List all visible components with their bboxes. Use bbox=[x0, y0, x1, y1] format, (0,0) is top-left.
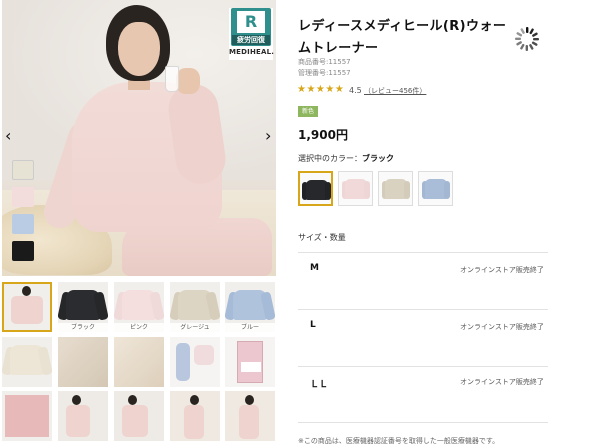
size-l-label: L bbox=[310, 320, 316, 330]
thumb-catalog[interactable] bbox=[225, 337, 275, 387]
swatch-sleeve bbox=[325, 182, 331, 200]
swatch-sleeve bbox=[404, 181, 410, 199]
thumb-fabric-closeup[interactable] bbox=[58, 337, 108, 387]
size-m-label: M bbox=[310, 263, 319, 273]
swatch-sleeve bbox=[444, 181, 450, 199]
thumb-caption: グレージュ bbox=[170, 323, 220, 332]
thumb-person-head bbox=[72, 395, 81, 405]
thumb-greige[interactable]: グレージュ bbox=[170, 282, 220, 332]
badge-r-mark: R bbox=[237, 11, 265, 33]
thumb-greige-flat[interactable] bbox=[2, 337, 52, 387]
color-chip-pink bbox=[12, 187, 34, 207]
thumb-person-head bbox=[128, 395, 137, 405]
carousel-next-arrow-icon[interactable]: › bbox=[265, 126, 271, 145]
thumb-model-2[interactable] bbox=[114, 391, 164, 441]
thumb-person-head bbox=[22, 286, 31, 296]
divider bbox=[298, 422, 548, 423]
price: 1,900円 bbox=[298, 128, 348, 142]
mediheal-logo-badge: R 疲労回復 MEDIHEAL. bbox=[229, 8, 275, 60]
selected-color-value: ブラック bbox=[362, 154, 394, 163]
rating-stars-icon: ★★★★★ bbox=[297, 84, 345, 95]
thumb-person-body bbox=[184, 405, 204, 439]
carousel-prev-arrow-icon[interactable]: ‹ bbox=[5, 126, 11, 145]
color-chip-blue bbox=[12, 214, 34, 234]
thumb-caption: ブルー bbox=[225, 323, 275, 332]
catalog-label bbox=[241, 362, 261, 372]
selected-color-label: 選択中のカラー：ブラック bbox=[298, 153, 394, 164]
color-chip-black bbox=[12, 241, 34, 261]
product-title: レディースメディヒール(R)ウォームトレーナー bbox=[298, 19, 507, 56]
model-hand bbox=[176, 68, 200, 94]
thumb-model-pink[interactable] bbox=[2, 282, 52, 332]
thumb-caption: ブラック bbox=[58, 323, 108, 332]
selected-color-prefix: 選択中のカラー： bbox=[298, 154, 362, 163]
thumb-person-body bbox=[11, 296, 43, 324]
color-swatch-blue[interactable] bbox=[418, 171, 453, 206]
thumb-model-1[interactable] bbox=[58, 391, 108, 441]
thumb-model-3[interactable] bbox=[170, 391, 220, 441]
model-face bbox=[118, 22, 160, 76]
review-count-link[interactable]: （レビュー456件） bbox=[364, 86, 426, 96]
info-card bbox=[5, 395, 49, 437]
badge-brand: MEDIHEAL. bbox=[229, 48, 275, 56]
size-quantity-heading: サイズ・数量 bbox=[298, 233, 346, 242]
thumb-caption: ピンク bbox=[114, 323, 164, 332]
divider bbox=[298, 366, 548, 367]
new-color-badge: 新色 bbox=[298, 106, 318, 117]
thumb-cuff-closeup[interactable] bbox=[114, 337, 164, 387]
size-ll-label: ＬＬ bbox=[310, 380, 329, 390]
thumb-blue[interactable]: ブルー bbox=[225, 282, 275, 332]
footer-note: ※この商品は、医療機器認証番号を取得した一般医療機器です。 bbox=[298, 437, 500, 445]
divider bbox=[298, 252, 548, 253]
thumb-pink[interactable]: ピンク bbox=[114, 282, 164, 332]
main-product-image[interactable]: R 疲労回復 MEDIHEAL. bbox=[2, 0, 276, 276]
color-chip-greige bbox=[12, 160, 34, 180]
thumb-set-pajama[interactable] bbox=[170, 337, 220, 387]
catalog-book bbox=[237, 341, 263, 383]
color-swatch-greige[interactable] bbox=[378, 171, 413, 206]
thumb-person-body bbox=[66, 405, 90, 437]
thumb-person-head bbox=[245, 395, 254, 405]
thumb-person-body bbox=[239, 405, 259, 439]
swatch-sleeve bbox=[364, 181, 370, 199]
management-number: 管理番号:11557 bbox=[298, 69, 351, 77]
thumb-person-head bbox=[190, 395, 199, 405]
thumb-black[interactable]: ブラック bbox=[58, 282, 108, 332]
loading-spinner-icon bbox=[515, 27, 539, 51]
product-number: 商品番号:11557 bbox=[298, 58, 351, 66]
thumb-top bbox=[194, 345, 214, 365]
rating-value: 4.5 bbox=[349, 86, 362, 95]
size-ll-status: オンラインストア販売終了 bbox=[460, 378, 544, 386]
divider bbox=[298, 309, 548, 310]
thumb-model-4[interactable] bbox=[225, 391, 275, 441]
badge-caption: 疲労回復 bbox=[232, 35, 270, 45]
color-swatch-black[interactable] bbox=[298, 171, 333, 206]
size-l-status: オンラインストア販売終了 bbox=[460, 323, 544, 331]
thumb-person-body bbox=[122, 405, 148, 437]
thumb-info-card[interactable] bbox=[2, 391, 52, 441]
color-swatch-pink[interactable] bbox=[338, 171, 373, 206]
drinking-glass bbox=[165, 66, 179, 92]
thumb-pants bbox=[176, 343, 190, 381]
size-m-status: オンラインストア販売終了 bbox=[460, 266, 544, 274]
